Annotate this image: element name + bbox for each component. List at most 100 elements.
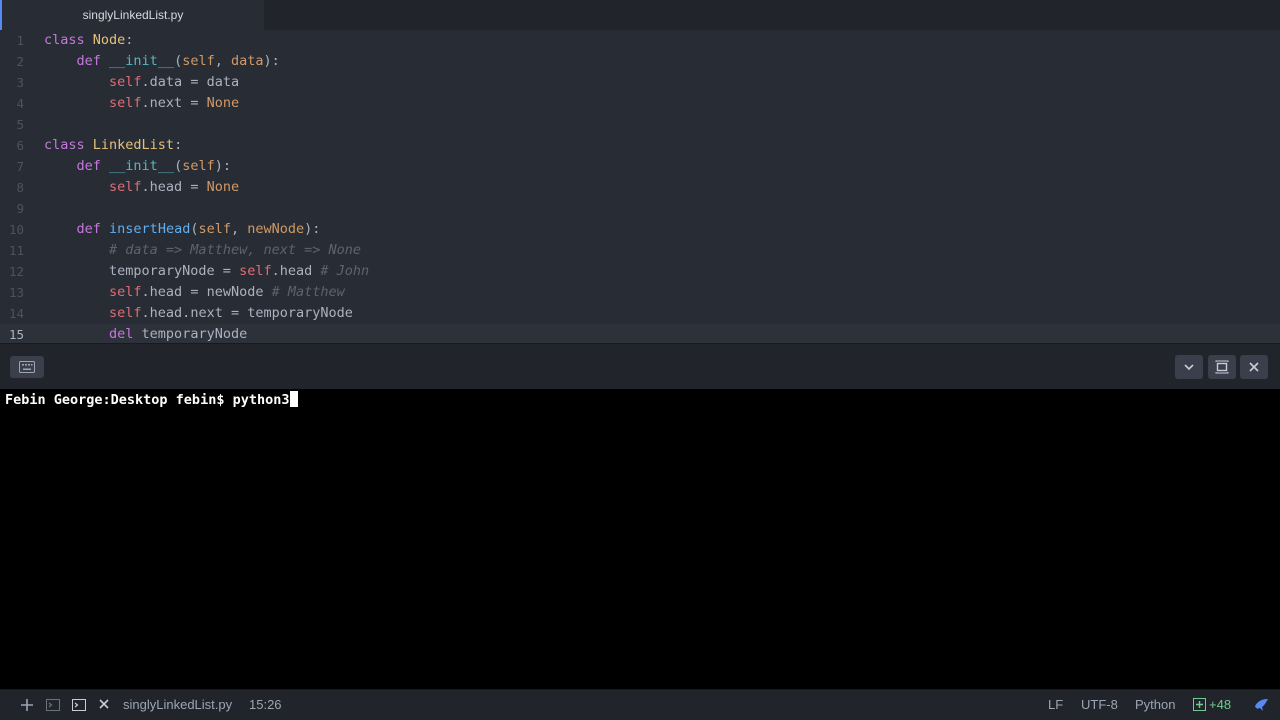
bird-icon[interactable] [1254, 690, 1270, 720]
tab-title: singlyLinkedList.py [82, 8, 184, 22]
code-token: , [214, 53, 231, 69]
terminal-icon[interactable] [46, 690, 62, 720]
line-number: 11 [8, 243, 24, 258]
code-line[interactable]: 6 class LinkedList: [0, 135, 1280, 156]
code-line[interactable]: 1 class Node: [0, 30, 1280, 51]
code-token: .data = data [141, 74, 240, 90]
status-git-added[interactable]: +48 [1209, 690, 1231, 720]
code-token: ): [214, 158, 231, 174]
chevron-down-icon[interactable] [1175, 355, 1203, 379]
code-text: temporaryNode = self.head # John [44, 261, 369, 282]
code-text: self.head.next = temporaryNode [44, 303, 353, 324]
code-token: self [109, 95, 142, 111]
code-token: , [230, 221, 248, 237]
terminal-prompt: Febin George:Desktop febin$ python3 [5, 392, 290, 408]
terminal-active-icon[interactable] [72, 690, 88, 720]
line-number: 5 [16, 117, 24, 132]
code-text: class LinkedList: [44, 135, 182, 156]
code-text: def __init__(self): [44, 156, 231, 177]
code-token: temporaryNode [133, 326, 248, 342]
code-text: class Node: [44, 30, 133, 51]
line-number: 1 [16, 33, 24, 48]
line-number: 14 [8, 306, 24, 321]
code-line[interactable]: 2 def __init__(self, data): [0, 51, 1280, 72]
code-text: self.data = data [44, 72, 239, 93]
code-token: ): [263, 53, 280, 69]
code-token: .next = [141, 95, 207, 111]
keyboard-icon[interactable] [10, 356, 44, 378]
code-line[interactable]: 13 self.head = newNode # Matthew [0, 282, 1280, 303]
code-token: def [76, 53, 101, 69]
line-number: 2 [16, 54, 24, 69]
code-token: None [206, 95, 240, 111]
code-token: .head = [141, 179, 207, 195]
close-icon[interactable] [1240, 355, 1268, 379]
code-token: ( [174, 158, 183, 174]
tab-singly-linked-list[interactable]: singlyLinkedList.py [0, 0, 264, 30]
code-line[interactable]: 7 def __init__(self): [0, 156, 1280, 177]
code-editor[interactable]: 1 class Node: 2 def __init__(self, data): 3… [0, 30, 1280, 345]
code-token: def [76, 221, 101, 237]
terminal-header [0, 343, 1280, 389]
maximize-icon[interactable] [1208, 355, 1236, 379]
line-number: 15 [8, 327, 24, 342]
code-line[interactable]: 5 [0, 114, 1280, 135]
plus-icon[interactable] [20, 690, 36, 720]
status-line-ending[interactable]: LF [1048, 690, 1063, 720]
code-line[interactable]: 15 del temporaryNode [0, 324, 1280, 345]
line-number: 7 [16, 159, 24, 174]
terminal[interactable]: Febin George:Desktop febin$ python3 [0, 389, 1280, 689]
code-token: # John [320, 263, 370, 279]
code-line[interactable]: 4 self.next = None [0, 93, 1280, 114]
code-token: None [206, 179, 240, 195]
line-number: 12 [8, 264, 24, 279]
code-token: .head.next = temporaryNode [141, 305, 353, 321]
code-token: .head [271, 263, 321, 279]
code-line[interactable]: 10 def insertHead(self, newNode): [0, 219, 1280, 240]
code-token: .head = newNode [141, 284, 272, 300]
code-token: self [239, 263, 272, 279]
code-token: self [182, 53, 215, 69]
code-line[interactable]: 14 self.head.next = temporaryNode [0, 303, 1280, 324]
code-line[interactable]: 12 temporaryNode = self.head # John [0, 261, 1280, 282]
status-grammar[interactable]: Python [1135, 690, 1175, 720]
git-diff-icon [1193, 690, 1207, 720]
code-token: self [182, 158, 215, 174]
code-token: Node [92, 32, 126, 48]
close-terminal-icon[interactable] [98, 690, 112, 720]
line-number: 10 [8, 222, 24, 237]
line-number: 9 [16, 201, 24, 216]
status-cursor-position[interactable]: 15:26 [249, 690, 282, 720]
code-text: self.next = None [44, 93, 239, 114]
status-file-name[interactable]: singlyLinkedList.py [123, 690, 232, 720]
code-text: # data => Matthew, next => None [44, 240, 361, 261]
code-token: del [109, 326, 134, 342]
code-token: temporaryNode = [44, 263, 240, 279]
code-line[interactable]: 8 self.head = None [0, 177, 1280, 198]
code-line[interactable]: 9 [0, 198, 1280, 219]
line-number: 4 [16, 96, 24, 111]
code-token: insertHead [109, 221, 191, 237]
code-token: class [44, 137, 85, 153]
code-token: class [44, 32, 85, 48]
code-token: newNode [247, 221, 305, 237]
code-token: self [109, 179, 142, 195]
status-encoding[interactable]: UTF-8 [1081, 690, 1118, 720]
status-bar: singlyLinkedList.py 15:26 LF UTF-8 Pytho… [0, 689, 1280, 720]
code-line[interactable]: 11 # data => Matthew, next => None [0, 240, 1280, 261]
code-token: ( [174, 53, 183, 69]
code-token: # data => Matthew, next => None [109, 242, 361, 258]
code-line[interactable]: 3 self.data = data [0, 72, 1280, 93]
